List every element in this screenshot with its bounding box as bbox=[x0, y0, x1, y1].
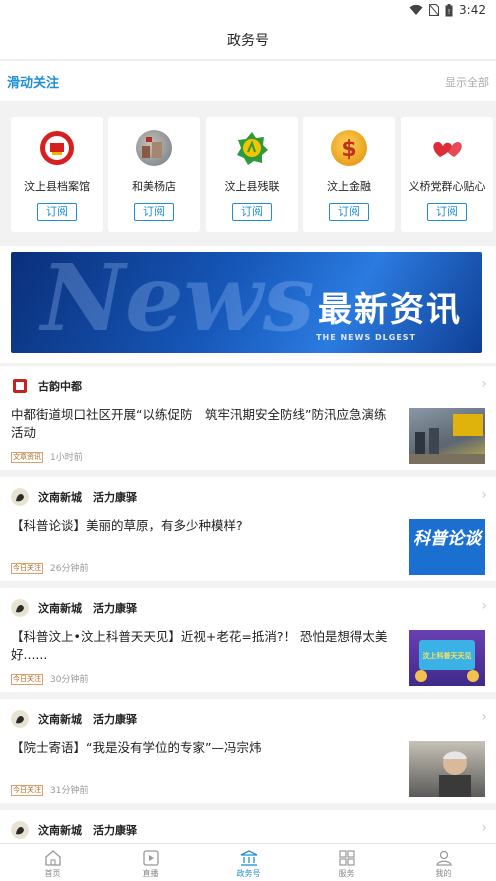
thumbnail-text: 汶上科普天天见 bbox=[423, 651, 472, 660]
subscribe-button[interactable]: 订阅 bbox=[134, 203, 174, 221]
article-thumbnail[interactable]: 汶上科普天天见 bbox=[409, 630, 485, 686]
source-name[interactable]: 汶南新城 活力康驿 bbox=[38, 600, 137, 616]
article-tag: 今日关注 bbox=[11, 563, 43, 574]
source-name[interactable]: 汶南新城 活力康驿 bbox=[38, 822, 137, 838]
banner-title: 最新资讯 bbox=[318, 290, 462, 330]
source-name[interactable]: 古韵中都 bbox=[38, 378, 82, 394]
subscribe-button[interactable]: 订阅 bbox=[37, 203, 77, 221]
tab-label: 我的 bbox=[435, 869, 452, 878]
page-title: 政务号 bbox=[0, 22, 496, 60]
account-card[interactable]: 和美杨店 订阅 bbox=[108, 117, 200, 232]
tab-services[interactable]: 服务 bbox=[297, 844, 396, 881]
account-card[interactable]: 汶上县残联 订阅 bbox=[206, 117, 298, 232]
chevron-right-icon[interactable]: › bbox=[481, 487, 487, 503]
source-logo-icon bbox=[11, 599, 29, 617]
grid-icon bbox=[338, 850, 355, 866]
show-all-link[interactable]: 显示全部 bbox=[445, 74, 489, 90]
source-logo-icon bbox=[11, 710, 29, 728]
follow-bar: 滑动关注 显示全部 bbox=[0, 61, 496, 101]
thumbnail-text: 科普论谈 bbox=[413, 529, 484, 549]
article-tag: 今日关注 bbox=[11, 674, 43, 685]
bottom-tab-bar: 首页 直播 政务号 服务 我的 bbox=[0, 843, 496, 881]
account-name: 汶上县档案馆 bbox=[24, 180, 90, 193]
battery-icon: ! bbox=[445, 3, 453, 16]
account-name: 义桥党群心贴心 bbox=[408, 180, 486, 193]
article-time: 26分钟前 bbox=[50, 564, 89, 574]
status-bar: ! 3:42 bbox=[0, 0, 496, 22]
hearts-icon bbox=[429, 130, 465, 166]
account-card[interactable]: 义桥党群心贴心 订阅 bbox=[401, 117, 493, 232]
tab-label: 政务号 bbox=[236, 869, 261, 878]
tab-profile[interactable]: 我的 bbox=[394, 844, 493, 881]
follow-section-title: 滑动关注 bbox=[7, 76, 60, 91]
home-icon bbox=[44, 850, 61, 866]
source-name[interactable]: 汶南新城 活力康驿 bbox=[38, 711, 137, 727]
tab-government[interactable]: 政务号 bbox=[199, 844, 298, 881]
source-logo-icon bbox=[11, 488, 29, 506]
accounts-carousel[interactable]: 汶上县档案馆 订阅 和美杨店 订阅 汶上县残联 订阅 $ 汶上金融 订阅 义桥党… bbox=[0, 101, 496, 246]
no-sim-icon bbox=[429, 4, 440, 16]
article-card[interactable]: 汶南新城 活力康驿 › 【科普汶上•汶上科普天天见】近视+老花=抵消?！ 恐怕是… bbox=[0, 588, 496, 692]
subscribe-button[interactable]: 订阅 bbox=[427, 203, 467, 221]
svg-text:$: $ bbox=[341, 137, 356, 162]
article-thumbnail[interactable]: 科普论谈 bbox=[409, 519, 485, 575]
finance-coin-icon: $ bbox=[331, 130, 367, 166]
article-thumbnail[interactable] bbox=[409, 741, 485, 797]
chevron-right-icon[interactable]: › bbox=[481, 376, 487, 392]
live-icon bbox=[142, 850, 159, 866]
tab-label: 服务 bbox=[338, 869, 355, 878]
tab-label: 首页 bbox=[44, 869, 61, 878]
account-card[interactable]: $ 汶上金融 订阅 bbox=[303, 117, 395, 232]
banner-bg-text: News bbox=[41, 252, 315, 352]
banner-section: News 最新资讯 THE NEWS DLGEST bbox=[0, 246, 496, 363]
account-card[interactable]: 汶上县档案馆 订阅 bbox=[11, 117, 103, 232]
article-thumbnail[interactable] bbox=[409, 408, 485, 464]
article-card[interactable]: 古韵中都 › 中都街道坝口社区开展“以练促防 筑牢汛期安全防线”防汛应急演练活动… bbox=[0, 366, 496, 470]
article-tag: 今日关注 bbox=[11, 785, 43, 796]
subscribe-button[interactable]: 订阅 bbox=[329, 203, 369, 221]
tab-label: 直播 bbox=[142, 869, 159, 878]
article-headline[interactable]: 【院士寄语】“我是没有学位的专家”—冯宗炜 bbox=[11, 739, 395, 757]
chevron-right-icon[interactable]: › bbox=[481, 598, 487, 614]
article-headline[interactable]: 中都街道坝口社区开展“以练促防 筑牢汛期安全防线”防汛应急演练活动 bbox=[11, 406, 395, 442]
article-card[interactable]: 汶南新城 活力康驿 › 【科普论谈】美丽的草原，有多少种模样? 今日关注 26分… bbox=[0, 477, 496, 581]
article-time: 1小时前 bbox=[50, 453, 83, 463]
article-time: 30分钟前 bbox=[50, 675, 89, 685]
clock: 3:42 bbox=[459, 3, 486, 17]
article-tag: 文章资讯 bbox=[11, 452, 43, 463]
tab-home[interactable]: 首页 bbox=[3, 844, 102, 881]
account-name: 汶上金融 bbox=[327, 180, 371, 193]
banner-subtitle: THE NEWS DLGEST bbox=[316, 333, 416, 342]
article-headline[interactable]: 【科普汶上•汶上科普天天见】近视+老花=抵消?！ 恐怕是想得太美好...... bbox=[11, 628, 395, 664]
article-card[interactable]: 汶南新城 活力康驿 › 【院士寄语】“我是没有学位的专家”—冯宗炜 今日关注 3… bbox=[0, 699, 496, 803]
source-name[interactable]: 汶南新城 活力康驿 bbox=[38, 489, 137, 505]
account-name: 和美杨店 bbox=[132, 180, 176, 193]
disability-federation-icon bbox=[234, 130, 270, 166]
source-logo-icon bbox=[11, 821, 29, 839]
town-photo-icon bbox=[136, 130, 172, 166]
archive-emblem-icon bbox=[39, 130, 75, 166]
user-icon bbox=[435, 850, 452, 866]
government-icon bbox=[240, 850, 257, 866]
news-banner[interactable]: News 最新资讯 THE NEWS DLGEST bbox=[11, 252, 482, 353]
account-name: 汶上县残联 bbox=[224, 180, 280, 193]
chevron-right-icon[interactable]: › bbox=[481, 820, 487, 836]
article-headline[interactable]: 【科普论谈】美丽的草原，有多少种模样? bbox=[11, 517, 395, 535]
status-icons: ! 3:42 bbox=[409, 3, 486, 17]
article-time: 31分钟前 bbox=[50, 786, 89, 796]
tab-live[interactable]: 直播 bbox=[101, 844, 200, 881]
svg-text:!: ! bbox=[448, 8, 451, 16]
source-logo-icon bbox=[11, 377, 29, 395]
subscribe-button[interactable]: 订阅 bbox=[232, 203, 272, 221]
chevron-right-icon[interactable]: › bbox=[481, 709, 487, 725]
wifi-icon bbox=[409, 4, 423, 15]
